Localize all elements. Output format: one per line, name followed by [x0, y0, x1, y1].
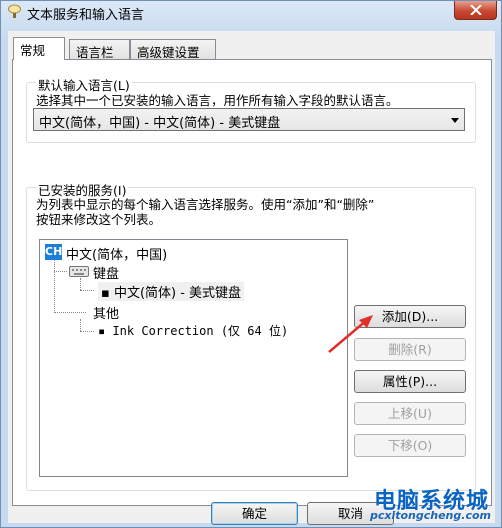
tab-language-bar[interactable]: 语言栏 [69, 39, 130, 60]
tab-advanced-keys-label: 高级键设置 [137, 45, 200, 60]
tree-line [80, 278, 81, 290]
services-tree[interactable]: CH 中文(简体，中国) 键盘 ▪ 中文(简体) - 美式键盘 其他 ▪ Ink… [39, 239, 348, 477]
tree-line [80, 290, 94, 291]
tree-line [80, 319, 81, 331]
window-title: 文本服务和输入语言 [27, 8, 145, 23]
properties-button[interactable]: 属性(P)... [354, 370, 466, 393]
tree-item-keyboard-layout[interactable]: ▪ 中文(简体) - 美式键盘 [98, 282, 245, 301]
dialog-window: 文本服务和输入语言 常规 语言栏 高级键设置 默认输入语言(L) 选择其中一个已… [0, 0, 502, 528]
keyboard-layout-label: 中文(简体) - 美式键盘 [113, 286, 242, 301]
tree-item-ink-correction[interactable]: ▪ Ink Correction (仅 64 位) [98, 322, 288, 339]
tree-item-other[interactable]: 其他 [93, 303, 119, 322]
installed-services-description-line2: 按钮来修改这个列表。 [36, 212, 162, 227]
tab-general-label: 常规 [20, 43, 46, 58]
watermark: 电脑系统城 pcxitongcheng.com [347, 483, 497, 523]
move-down-button[interactable]: 下移(O) [354, 434, 466, 457]
tab-language-bar-label: 语言栏 [76, 45, 114, 60]
installed-services-description-line1: 为列表中显示的每个输入语言选择服务。使用“添加”和“删除” [36, 197, 375, 212]
tree-item-keyboard[interactable]: 键盘 [93, 263, 119, 282]
close-button[interactable] [454, 1, 497, 20]
default-language-group-label: 默认输入语言(L) [36, 75, 132, 94]
default-language-select[interactable]: 中文(简体，中国) - 中文(简体) - 美式键盘 [33, 108, 465, 131]
ink-correction-label: Ink Correction (仅 64 位) [112, 324, 289, 338]
annotation-arrow [328, 315, 373, 353]
language-icon: CH [45, 244, 63, 260]
keyboard-icon [69, 266, 89, 277]
move-up-button[interactable]: 上移(U) [354, 402, 466, 425]
tree-line [54, 271, 67, 272]
default-language-description: 选择其中一个已安装的输入语言，用作所有输入字段的默认语言。 [36, 93, 399, 108]
tab-general[interactable]: 常规 [13, 37, 65, 60]
default-language-value: 中文(简体，中国) - 中文(简体) - 美式键盘 [39, 116, 281, 131]
close-icon [470, 5, 482, 15]
ok-button[interactable]: 确定 [211, 502, 298, 525]
tree-item-language[interactable]: 中文(简体，中国) [66, 244, 167, 263]
tree-line [54, 312, 86, 313]
title-bar[interactable]: 文本服务和输入语言 [1, 1, 501, 23]
tree-line [80, 331, 94, 332]
watermark-url: pcxitongcheng.com [369, 509, 491, 522]
app-icon [8, 4, 21, 18]
tab-advanced-keys[interactable]: 高级键设置 [130, 39, 216, 60]
chevron-down-icon [451, 118, 459, 123]
tree-line [54, 260, 55, 313]
